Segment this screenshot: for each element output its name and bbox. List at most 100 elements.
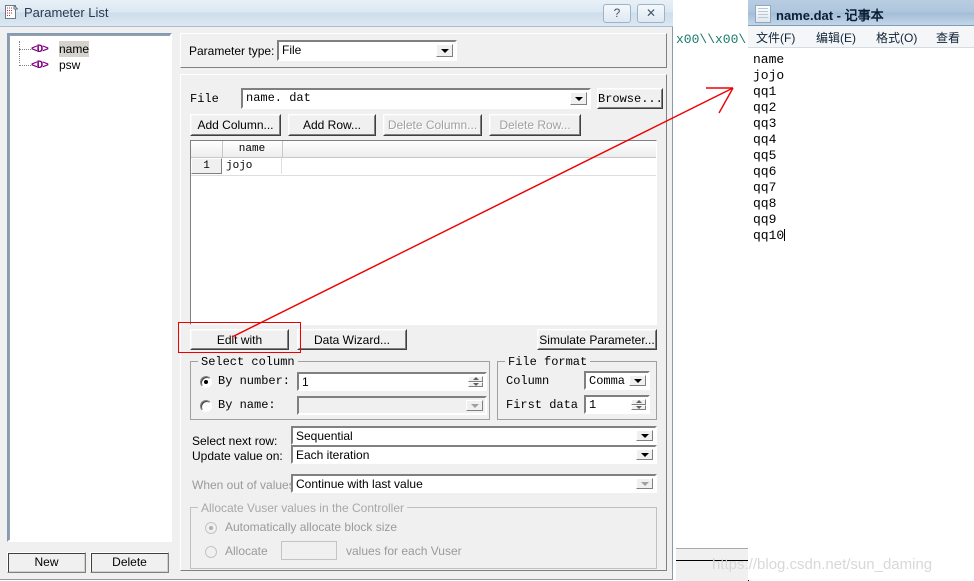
edit-with-notepad-button[interactable]: Edit with Notepad... bbox=[190, 329, 289, 367]
notepad-line: qq1 bbox=[753, 84, 777, 99]
notepad-line: qq2 bbox=[753, 100, 777, 115]
chevron-down-icon[interactable] bbox=[436, 44, 453, 57]
chevron-down-icon[interactable] bbox=[466, 400, 483, 411]
column-format-value: Comma bbox=[589, 374, 626, 388]
text-caret bbox=[784, 229, 786, 241]
simulate-parameter-button[interactable]: Simulate Parameter... bbox=[537, 329, 657, 350]
by-number-value: 1 bbox=[302, 375, 309, 389]
chevron-down-icon[interactable] bbox=[636, 478, 653, 489]
tree-item-psw[interactable]: <D> psw bbox=[9, 57, 170, 73]
first-data-value: 1 bbox=[589, 398, 597, 412]
notepad-line: qq4 bbox=[753, 132, 777, 147]
add-column-button[interactable]: Add Column... bbox=[190, 114, 281, 136]
parameter-type-panel: Parameter type: File bbox=[180, 33, 667, 68]
notepad-line: qq5 bbox=[753, 148, 777, 163]
notepad-line: qq3 bbox=[753, 116, 777, 131]
background-editor-panel bbox=[676, 0, 749, 580]
tree-item-label: psw bbox=[59, 58, 81, 72]
file-path-select[interactable]: name. dat bbox=[241, 88, 591, 109]
by-name-select[interactable] bbox=[297, 396, 487, 415]
by-name-label: By name: bbox=[218, 398, 276, 412]
add-row-button[interactable]: Add Row... bbox=[288, 114, 376, 136]
delete-button[interactable]: Delete bbox=[90, 552, 169, 573]
grid-header-row: name bbox=[191, 141, 656, 158]
menu-edit[interactable]: 编辑(E) bbox=[816, 29, 856, 46]
grid-corner-cell bbox=[191, 141, 223, 157]
notepad-line: qq6 bbox=[753, 164, 777, 179]
number-stepper[interactable] bbox=[468, 376, 483, 387]
by-name-radio[interactable] bbox=[200, 400, 212, 412]
new-button[interactable]: New bbox=[7, 552, 86, 573]
close-button[interactable]: ✕ bbox=[637, 4, 665, 23]
help-button[interactable]: ? bbox=[603, 4, 631, 23]
allocate-vuser-group: Allocate Vuser values in the Controller … bbox=[190, 501, 657, 569]
select-next-row-value: Sequential bbox=[296, 429, 353, 443]
auto-allocate-label: Automatically allocate block size bbox=[225, 520, 398, 534]
file-format-group: File format Column Comma First data 1 bbox=[497, 355, 657, 420]
select-next-row-select[interactable]: Sequential bbox=[291, 426, 657, 445]
parameter-list-dialog: Parameter List ? ✕ <D> name <D> psw New … bbox=[0, 0, 673, 580]
add-column-label: Add Column... bbox=[197, 118, 274, 132]
column-format-select[interactable]: Comma bbox=[584, 371, 650, 390]
menu-file[interactable]: 文件(F) bbox=[756, 29, 795, 46]
update-value-on-select[interactable]: Each iteration bbox=[291, 445, 657, 464]
by-number-label: By number: bbox=[218, 374, 291, 388]
parameter-type-value: File bbox=[282, 43, 302, 57]
parameter-data-grid[interactable]: name 1 jojo bbox=[190, 140, 657, 325]
manual-allocate-prefix: Allocate bbox=[225, 544, 268, 558]
grid-column-header-name[interactable]: name bbox=[222, 141, 283, 157]
manual-allocate-suffix: values for each Vuser bbox=[346, 544, 462, 558]
data-wizard-button[interactable]: Data Wizard... bbox=[297, 329, 407, 350]
add-row-label: Add Row... bbox=[302, 118, 362, 132]
notepad-line: qq9 bbox=[753, 212, 777, 227]
notepad-title-bar[interactable]: name.dat - 记事本 bbox=[748, 0, 974, 26]
when-out-of-values-select[interactable]: Continue with last value bbox=[291, 474, 657, 493]
chevron-down-icon[interactable] bbox=[636, 449, 653, 460]
notepad-line-last: qq10 bbox=[753, 228, 974, 244]
tree-dash bbox=[19, 49, 31, 50]
by-number-radio[interactable] bbox=[200, 376, 212, 388]
simulate-parameter-label: Simulate Parameter... bbox=[539, 333, 655, 347]
file-path-value: name. dat bbox=[246, 91, 311, 105]
delete-row-button[interactable]: Delete Row... bbox=[489, 114, 581, 136]
notepad-icon bbox=[755, 5, 771, 23]
notepad-line: qq8 bbox=[753, 196, 777, 211]
delete-column-button[interactable]: Delete Column... bbox=[383, 114, 482, 136]
manual-allocate-radio[interactable] bbox=[205, 546, 217, 558]
file-label: File bbox=[190, 92, 219, 106]
background-code-text: x00\\x00\ bbox=[676, 32, 746, 47]
tree-item-name[interactable]: <D> name bbox=[9, 41, 170, 57]
grid-cell-empty[interactable] bbox=[282, 158, 656, 174]
notepad-line: qq7 bbox=[753, 180, 777, 195]
delete-row-label: Delete Row... bbox=[499, 118, 571, 132]
auto-allocate-radio[interactable] bbox=[205, 522, 217, 534]
notepad-text-area[interactable]: name jojo qq1 qq2 qq3 qq4 qq5 qq6 qq7 qq… bbox=[748, 48, 974, 580]
document-icon bbox=[5, 5, 18, 19]
menu-format[interactable]: 格式(O) bbox=[876, 29, 917, 46]
parameter-icon: <D> bbox=[31, 60, 49, 72]
parameter-tree[interactable]: <D> name <D> psw bbox=[7, 33, 172, 542]
notepad-menu-bar: 文件(F) 编辑(E) 格式(O) 查看(V) bbox=[748, 26, 974, 60]
notepad-title-text: name.dat - 记事本 bbox=[776, 8, 884, 23]
table-row[interactable]: 1 jojo bbox=[191, 158, 656, 176]
notepad-line: name bbox=[753, 52, 785, 67]
notepad-line: jojo bbox=[753, 68, 785, 83]
column-label: Column bbox=[506, 374, 550, 388]
select-next-row-label: Select next row: bbox=[192, 434, 278, 448]
first-data-input[interactable]: 1 bbox=[584, 395, 650, 414]
file-format-caption: File format bbox=[505, 355, 591, 369]
chevron-down-icon[interactable] bbox=[636, 430, 653, 441]
chevron-down-icon[interactable] bbox=[570, 92, 587, 105]
allocate-count-input[interactable] bbox=[281, 541, 337, 560]
delete-column-label: Delete Column... bbox=[387, 118, 478, 132]
chevron-down-icon[interactable] bbox=[629, 375, 646, 386]
browse-button[interactable]: Browse... bbox=[597, 88, 663, 109]
update-value-on-label: Update value on: bbox=[192, 449, 283, 463]
grid-cell-name[interactable]: jojo bbox=[223, 158, 282, 174]
dialog-title-bar[interactable]: Parameter List ? ✕ bbox=[0, 0, 673, 27]
first-data-label: First data bbox=[506, 398, 579, 412]
by-number-input[interactable]: 1 bbox=[297, 372, 487, 391]
parameter-type-label: Parameter type: bbox=[189, 44, 275, 58]
number-stepper[interactable] bbox=[631, 399, 646, 410]
parameter-type-select[interactable]: File bbox=[277, 40, 457, 61]
